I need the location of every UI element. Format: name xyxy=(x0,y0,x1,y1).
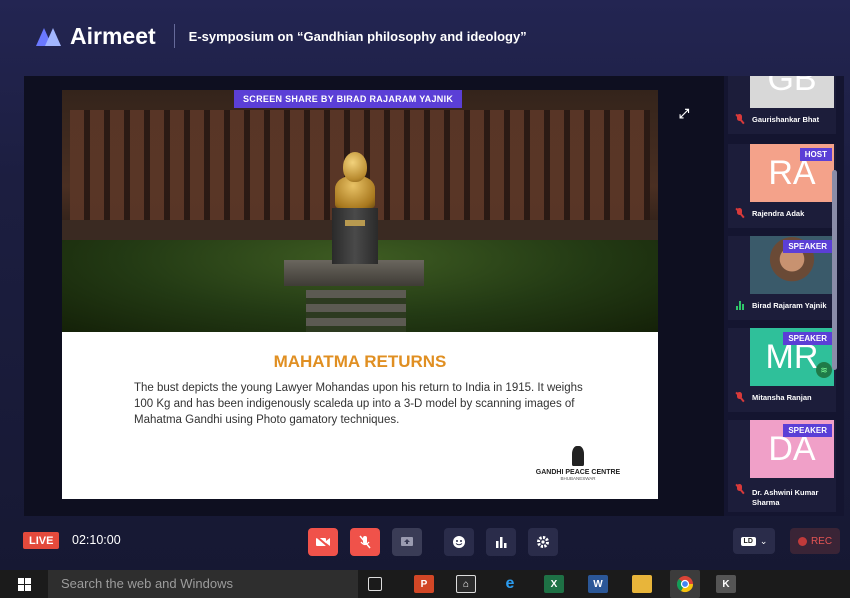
participant-name: Birad Rajaram Yajnik xyxy=(752,301,827,310)
airmeet-window: Airmeet E-symposium on “Gandhian philoso… xyxy=(0,0,850,598)
chrome-taskbar-slot[interactable] xyxy=(670,570,700,598)
windows-taskbar: Search the web and Windows P ⌂ e X W K xyxy=(0,570,850,598)
participant-scrollbar[interactable] xyxy=(832,170,838,440)
live-badge: LIVE xyxy=(23,532,60,549)
speaker-badge: SPEAKER xyxy=(783,240,832,253)
poll-icon xyxy=(496,537,507,548)
participant-name: Dr. Ashwini Kumar Sharma xyxy=(752,488,819,507)
video-quality-dropdown[interactable]: LD ⌄ xyxy=(733,528,775,554)
slide-photo: SCREEN SHARE BY BIRAD RAJARAM YAJNIK xyxy=(62,90,658,332)
wifi-icon: ≋ xyxy=(816,362,832,378)
speaker-badge: SPEAKER xyxy=(783,332,832,345)
shared-slide: SCREEN SHARE BY BIRAD RAJARAM YAJNIK MAH… xyxy=(62,90,658,499)
chrome-icon xyxy=(676,576,694,593)
record-button[interactable]: REC xyxy=(790,528,840,554)
host-badge: HOST xyxy=(799,148,832,161)
video-quality-label: LD xyxy=(740,536,756,546)
mic-muted-icon xyxy=(735,391,745,403)
session-timer: 02:10:00 xyxy=(72,533,121,547)
mic-muted-icon xyxy=(735,113,745,125)
powerpoint-icon[interactable]: P xyxy=(414,575,434,593)
mic-active-icon xyxy=(736,300,746,310)
chevron-down-icon: ⌄ xyxy=(759,535,768,546)
taskbar-search-input[interactable]: Search the web and Windows xyxy=(48,570,358,598)
mic-off-icon xyxy=(359,535,371,549)
stone-path xyxy=(306,290,406,332)
participant-list[interactable]: GB Gaurishankar Bhat RA HOST Rajendra Ad… xyxy=(724,76,844,516)
share-screen-button[interactable] xyxy=(392,528,422,556)
participant-name: Mitansha Ranjan xyxy=(752,393,812,402)
scrollbar-thumb[interactable] xyxy=(832,170,837,370)
gandhi-peace-centre-logo: GANDHI PEACE CENTRE BHUBANESWAR xyxy=(528,446,628,481)
fullscreen-icon[interactable]: ⤢ xyxy=(676,106,692,122)
gandhi-figure-icon xyxy=(572,446,584,466)
record-label: REC xyxy=(810,535,833,547)
logo-name: GANDHI PEACE CENTRE xyxy=(535,469,621,476)
mic-muted-icon xyxy=(735,483,745,495)
participant-name: Gaurishankar Bhat xyxy=(752,115,820,124)
edge-icon[interactable]: e xyxy=(500,575,520,593)
word-icon[interactable]: W xyxy=(588,575,608,593)
logo-sub: BHUBANESWAR xyxy=(560,476,596,481)
event-title: E-symposium on “Gandhian philosophy and … xyxy=(188,28,527,44)
slide-body: The bust depicts the young Lawyer Mohand… xyxy=(134,382,583,426)
participant-card[interactable]: SPEAKER Birad Rajaram Yajnik xyxy=(728,236,836,320)
avatar-initials: GB xyxy=(767,76,817,98)
airmeet-logo-icon xyxy=(36,26,62,46)
control-bar: LIVE 02:10:00 LD ⌄ REC xyxy=(0,520,850,562)
mic-muted-icon xyxy=(735,207,745,219)
excel-icon[interactable]: X xyxy=(544,575,564,593)
stage: SCREEN SHARE BY BIRAD RAJARAM YAJNIK MAH… xyxy=(24,76,844,516)
reactions-button[interactable] xyxy=(444,528,474,556)
speaker-badge: SPEAKER xyxy=(783,424,832,437)
settings-icon xyxy=(537,536,549,548)
task-view-icon[interactable] xyxy=(368,577,382,591)
windows-start-icon[interactable] xyxy=(18,578,31,591)
store-icon[interactable]: ⌂ xyxy=(456,575,476,593)
mic-toggle-button[interactable] xyxy=(350,528,380,556)
airmeet-logo[interactable]: Airmeet xyxy=(36,23,156,50)
participant-card[interactable]: RA HOST Rajendra Adak xyxy=(728,144,836,228)
screen-share-banner: SCREEN SHARE BY BIRAD RAJARAM YAJNIK xyxy=(234,90,463,108)
plaque xyxy=(345,220,365,226)
participant-card[interactable]: GB Gaurishankar Bhat xyxy=(728,76,836,134)
camera-off-icon xyxy=(315,536,331,548)
participant-card[interactable]: DA SPEAKER Dr. Ashwini Kumar Sharma xyxy=(728,420,836,512)
header-divider xyxy=(173,24,175,48)
avatar: GB xyxy=(750,76,834,108)
header-bar: Airmeet E-symposium on “Gandhian philoso… xyxy=(0,0,850,72)
polls-button[interactable] xyxy=(486,528,516,556)
app-name: Airmeet xyxy=(70,22,156,49)
emoji-icon xyxy=(453,536,465,548)
record-dot-icon xyxy=(797,536,807,546)
bust-head xyxy=(343,152,367,182)
share-screen-icon xyxy=(401,537,413,546)
participant-card[interactable]: MR SPEAKER ≋ Mitansha Ranjan xyxy=(728,328,836,412)
participant-name: Rajendra Adak xyxy=(752,209,805,218)
camera-toggle-button[interactable] xyxy=(308,528,338,556)
file-explorer-icon[interactable] xyxy=(632,575,652,593)
slide-title: MAHATMA RETURNS xyxy=(273,352,447,371)
app-icon-k7[interactable]: K xyxy=(716,575,736,593)
settings-button[interactable] xyxy=(528,528,558,556)
pedestal xyxy=(332,208,378,264)
